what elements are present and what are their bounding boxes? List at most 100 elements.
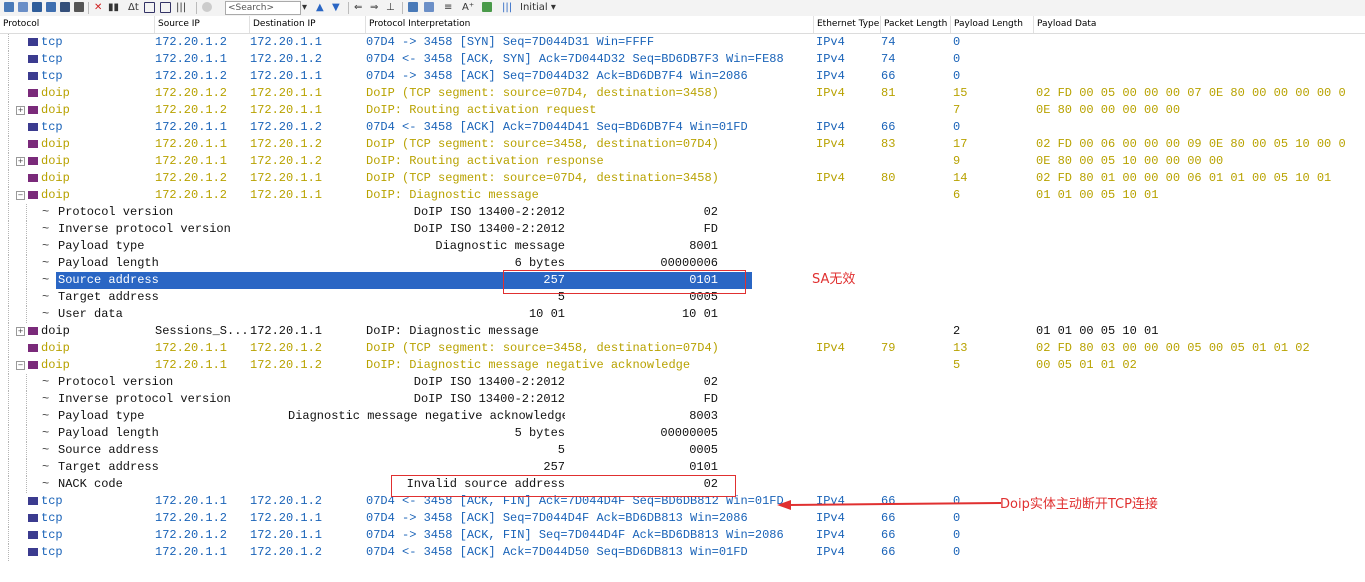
detail-row[interactable]: ~ Inverse protocol version DoIP ISO 13400-… (0, 221, 1365, 238)
detail-row[interactable]: ~ Payload length 5 bytes 00000005 (0, 425, 1365, 442)
split-icon[interactable] (160, 2, 171, 13)
columns-icon[interactable] (18, 2, 28, 13)
col-payload-length[interactable]: Payload Length (950, 16, 1033, 33)
detail-row[interactable]: ~ Payload type Diagnostic message negative… (0, 408, 1365, 425)
forward-icon[interactable]: ⇒ (370, 2, 378, 13)
detail-row[interactable]: ~ Source address 5 0005 (0, 442, 1365, 459)
col-ethernet-type[interactable]: Ethernet Type (813, 16, 880, 33)
import-icon[interactable] (424, 2, 434, 13)
detail-row[interactable]: ~ Protocol version DoIP ISO 13400-2:2012 02 (0, 204, 1365, 221)
packet-length-cell: 74 (881, 52, 896, 66)
field-value-cell: 10 01 (528, 307, 565, 321)
payload-data-cell (1036, 51, 1365, 68)
table-row[interactable]: tcp 172.20.1.2 172.20.1.1 07D4 -> 3458 [ACK… (0, 510, 1365, 527)
interpretation-cell: DoIP (TCP segment: source=3458, destinat… (366, 137, 719, 151)
tree-guide (26, 255, 27, 272)
protocol-cell: doip (41, 324, 70, 338)
table-row[interactable]: doip 172.20.1.1 172.20.1.2 DoIP (TCP segmen… (0, 136, 1365, 153)
field-connector-icon: ~ (42, 375, 50, 389)
packet-length-cell: 66 (881, 511, 896, 525)
field-connector-icon: ~ (42, 460, 50, 474)
expand-toggle[interactable]: + (16, 157, 25, 166)
field-name-cell: Protocol version (58, 375, 174, 389)
close-icon[interactable]: ✕ (94, 2, 102, 13)
table-row[interactable]: − doip 172.20.1.2 172.20.1.1 DoIP: Diagnosti… (0, 187, 1365, 204)
table-row[interactable]: + doip 172.20.1.2 172.20.1.1 DoIP: Routing a… (0, 102, 1365, 119)
detail-row[interactable]: ~ Payload type Diagnostic message 8001 (0, 238, 1365, 255)
table-row[interactable]: tcp 172.20.1.2 172.20.1.1 07D4 -> 3458 [ACK… (0, 527, 1365, 544)
font-icon[interactable]: A⁺ (462, 2, 474, 13)
doip-icon (28, 344, 38, 352)
table-row[interactable]: tcp 172.20.1.2 172.20.1.1 07D4 -> 3458 [ACK… (0, 68, 1365, 85)
detail-row[interactable]: ~ Target address 257 0101 (0, 459, 1365, 476)
packet-length-cell: 66 (881, 120, 896, 134)
record-icon[interactable] (202, 2, 212, 13)
find-next-icon[interactable]: ▲ (316, 2, 324, 13)
profile-icon[interactable]: ||| (502, 2, 512, 13)
col-source-ip[interactable]: Source IP (154, 16, 249, 33)
source-ip-cell: 172.20.1.2 (155, 171, 228, 185)
chart-icon[interactable] (482, 2, 492, 13)
tree-guide (8, 340, 9, 357)
col-payload-data[interactable]: Payload Data (1033, 16, 1365, 33)
interpretation-cell: DoIP: Diagnostic message (366, 324, 539, 338)
destination-ip-cell: 172.20.1.1 (250, 69, 323, 83)
bars-icon[interactable]: ||| (176, 2, 186, 13)
delta-time-icon[interactable]: Δt (128, 2, 139, 13)
ethernet-type-cell (816, 153, 880, 170)
payload-length-cell: 0 (953, 545, 961, 559)
col-destination-ip[interactable]: Destination IP (249, 16, 365, 33)
field-connector-icon: ~ (42, 477, 50, 491)
table-row[interactable]: doip 172.20.1.1 172.20.1.2 DoIP (TCP segmen… (0, 340, 1365, 357)
table-row[interactable]: − doip 172.20.1.1 172.20.1.2 DoIP: Diagnosti… (0, 357, 1365, 374)
table-row[interactable]: doip 172.20.1.2 172.20.1.1 DoIP (TCP segmen… (0, 170, 1365, 187)
tree-guide (26, 272, 27, 289)
table-row[interactable]: tcp 172.20.1.1 172.20.1.2 07D4 <- 3458 [ACK… (0, 51, 1365, 68)
table-row[interactable]: doip 172.20.1.2 172.20.1.1 DoIP (TCP segmen… (0, 85, 1365, 102)
payload-data-cell (1036, 527, 1365, 544)
field-raw-cell: 02 (703, 205, 718, 219)
binoculars-icon[interactable] (74, 2, 84, 13)
field-connector-icon: ~ (42, 307, 50, 321)
filter-icon[interactable] (32, 2, 42, 13)
dropdown-icon[interactable]: ▾ (302, 2, 307, 13)
goto-icon[interactable]: ⊥ (386, 2, 395, 13)
table-row[interactable]: + doip 172.20.1.1 172.20.1.2 DoIP: Routing a… (0, 153, 1365, 170)
tree-guide (8, 289, 9, 306)
detail-row[interactable]: ~ Protocol version DoIP ISO 13400-2:2012 02 (0, 374, 1365, 391)
find-prev-icon[interactable]: ▼ (332, 2, 340, 13)
detail-row[interactable]: ~ Inverse protocol version DoIP ISO 13400-… (0, 391, 1365, 408)
tcp-icon (28, 55, 38, 63)
interpretation-cell: 07D4 -> 3458 [ACK] Seq=7D044D4F Ack=BD6D… (366, 511, 748, 525)
col-packet-length[interactable]: Packet Length (880, 16, 950, 33)
table-row[interactable]: tcp 172.20.1.1 172.20.1.2 07D4 <- 3458 [ACK… (0, 544, 1365, 561)
field-name-cell: Inverse protocol version (58, 222, 231, 236)
pause-icon[interactable]: ▮▮ (108, 2, 119, 13)
tree-guide (8, 153, 9, 170)
grid-icon[interactable] (4, 2, 14, 13)
back-icon[interactable]: ⇐ (354, 2, 362, 13)
tcp-icon (28, 123, 38, 131)
profile-dropdown[interactable]: Initial ▾ (520, 2, 556, 13)
export-icon[interactable] (408, 2, 418, 13)
funnel-icon[interactable] (60, 2, 70, 13)
expand-toggle[interactable]: + (16, 106, 25, 115)
tree-guide (8, 374, 9, 391)
table-row[interactable]: tcp 172.20.1.1 172.20.1.2 07D4 <- 3458 [ACK… (0, 119, 1365, 136)
col-protocol[interactable]: Protocol (0, 16, 154, 33)
expand-toggle[interactable]: − (16, 361, 25, 370)
tree-guide (26, 408, 27, 425)
layout-icon[interactable] (144, 2, 155, 13)
list-icon[interactable]: ≡ (444, 2, 452, 13)
search-input[interactable]: <Search> (225, 1, 301, 15)
payload-length-cell: 15 (953, 86, 968, 100)
marker-icon[interactable] (46, 2, 56, 13)
table-row[interactable]: tcp 172.20.1.2 172.20.1.1 07D4 -> 3458 [SYN… (0, 34, 1365, 51)
ethernet-type-cell (816, 102, 880, 119)
expand-toggle[interactable]: + (16, 327, 25, 336)
detail-row[interactable]: ~ User data 10 01 10 01 (0, 306, 1365, 323)
tcp-icon (28, 514, 38, 522)
expand-toggle[interactable]: − (16, 191, 25, 200)
col-interpretation[interactable]: Protocol Interpretation (365, 16, 813, 33)
table-row[interactable]: + doip Sessions_S... 172.20.1.1 DoIP: Diagno… (0, 323, 1365, 340)
